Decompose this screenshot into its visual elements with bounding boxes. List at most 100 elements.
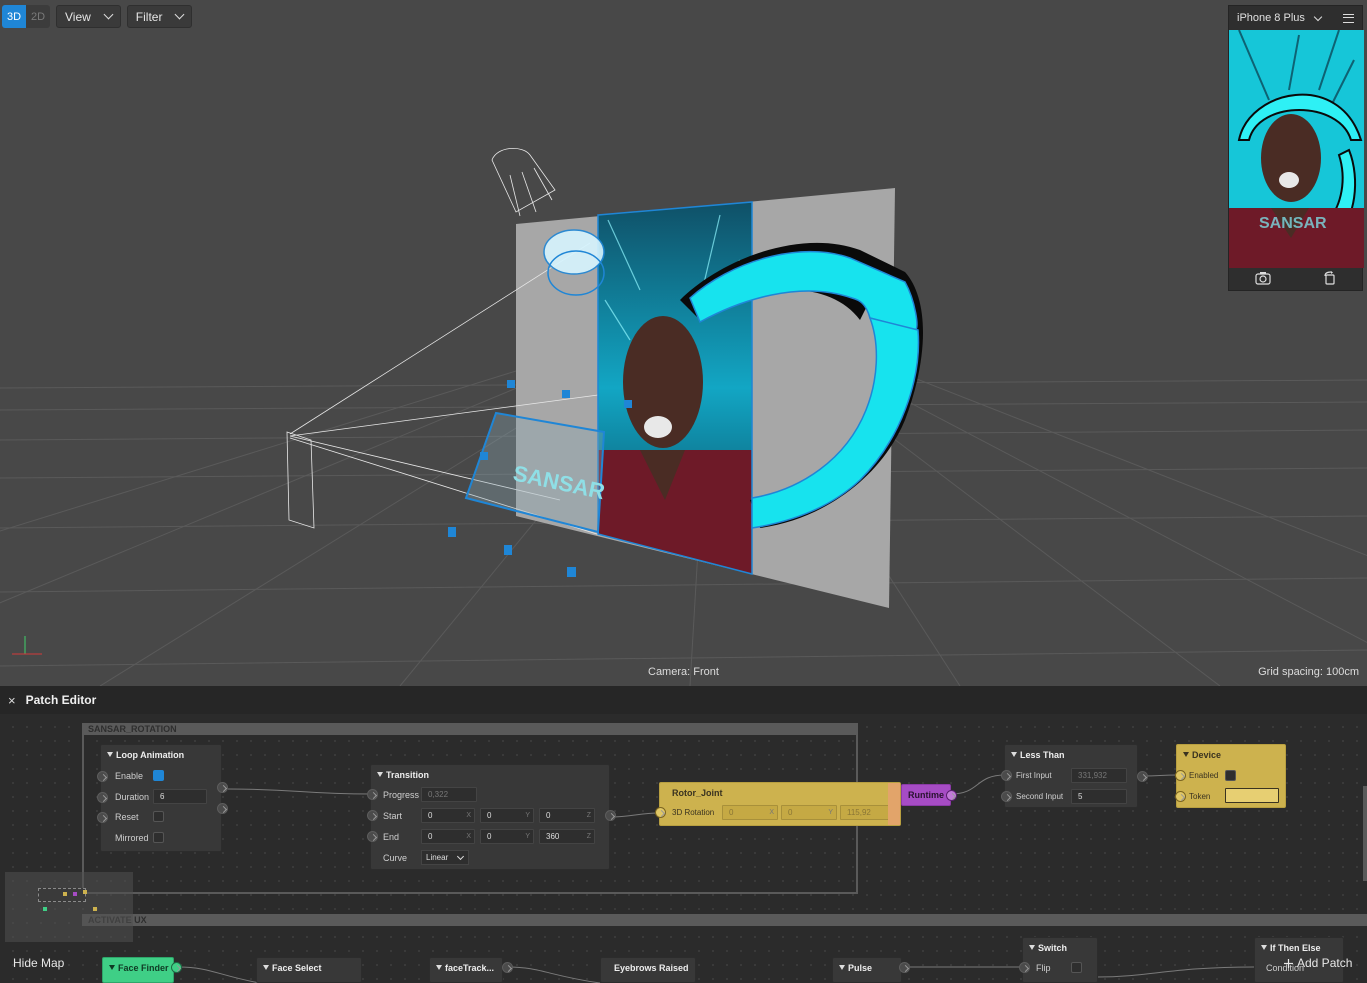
label-curve: Curve (383, 853, 408, 863)
output-port[interactable] (217, 803, 228, 814)
vertical-scrollbar[interactable] (1363, 786, 1367, 881)
input-port[interactable] (97, 771, 108, 782)
group-label-rotation: SANSAR_ROTATION (82, 723, 858, 735)
collapse-icon[interactable] (436, 965, 442, 970)
curve-select[interactable]: Linear (421, 850, 469, 865)
view-dropdown[interactable]: View (56, 5, 121, 28)
input-port[interactable] (1175, 770, 1186, 781)
node-header: Pulse (833, 958, 901, 977)
face-finder-output-port[interactable] (171, 962, 182, 973)
label-progress: Progress (383, 790, 420, 800)
node-eyebrows-raised[interactable]: Eyebrows Raised (600, 957, 696, 983)
output-port[interactable] (605, 810, 616, 821)
input-port[interactable] (1019, 962, 1030, 973)
mirrored-checkbox[interactable] (153, 832, 164, 843)
device-dropdown[interactable]: iPhone 8 Plus (1237, 12, 1323, 24)
chevron-down-icon (103, 9, 114, 20)
collapse-icon[interactable] (1011, 752, 1017, 757)
rotate-device-icon[interactable] (1322, 271, 1338, 285)
start-x-input[interactable]: 0X (421, 808, 475, 823)
enabled-checkbox[interactable] (1225, 770, 1236, 781)
camera-capture-icon[interactable] (1255, 271, 1271, 285)
simulator-logo-text: SANSAR (1259, 215, 1327, 232)
node-pulse[interactable]: Pulse (832, 957, 902, 983)
collapse-icon[interactable] (1261, 945, 1267, 950)
minimap-node (43, 907, 47, 911)
end-x-input[interactable]: 0X (421, 829, 475, 844)
flip-toggle[interactable] (1071, 962, 1082, 973)
collapse-icon[interactable] (263, 965, 269, 970)
hide-map-button[interactable]: Hide Map (13, 956, 64, 970)
collapse-icon[interactable] (377, 772, 383, 777)
node-title: Face Finder (118, 962, 169, 973)
node-header: Loop Animation (101, 745, 221, 764)
node-face-finder[interactable]: Face Finder (102, 957, 174, 983)
close-icon[interactable]: × (8, 693, 16, 708)
face-track-output-port[interactable] (502, 962, 513, 973)
node-loop-animation[interactable]: Loop Animation Enable Duration 6 Reset M… (97, 744, 228, 852)
plus-icon (1284, 958, 1293, 968)
camera-label: Camera: Front (648, 666, 719, 678)
node-header: Face Finder (103, 958, 173, 977)
node-device[interactable]: Device Enabled Token (1175, 744, 1286, 808)
second-input-value[interactable]: 5 (1071, 789, 1127, 804)
output-port[interactable] (946, 790, 957, 801)
input-port[interactable] (97, 812, 108, 823)
output-port[interactable] (1137, 771, 1148, 782)
node-switch[interactable]: Switch Flip (1019, 937, 1098, 983)
rotation-x-input[interactable]: 0X (722, 805, 778, 820)
mode-3d-button[interactable]: 3D (2, 5, 26, 28)
device-simulator: iPhone 8 Plus SANSAR (1228, 5, 1364, 291)
node-header: Switch (1023, 938, 1097, 957)
collapse-icon[interactable] (1029, 945, 1035, 950)
minimap-node (73, 892, 77, 896)
collapse-icon[interactable] (839, 965, 845, 970)
node-title: Face Select (272, 962, 322, 973)
label-enable: Enable (115, 771, 144, 781)
reset-pulse-button[interactable] (153, 811, 164, 822)
input-port[interactable] (367, 789, 378, 800)
patch-minimap[interactable] (5, 872, 133, 942)
end-z-input[interactable]: 360 Z (539, 829, 595, 844)
pulse-output-port[interactable] (899, 962, 910, 973)
token-input[interactable] (1225, 788, 1279, 803)
input-port[interactable] (655, 807, 666, 818)
input-port[interactable] (97, 792, 108, 803)
duration-input[interactable]: 6 (153, 789, 207, 804)
rotation-y-input[interactable]: 0Y (781, 805, 837, 820)
node-transition[interactable]: Transition Progress 0,322 Start 0X 0Y 0Z… (367, 764, 616, 870)
enable-checkbox[interactable] (153, 770, 164, 781)
patch-editor[interactable]: × Patch Editor SANSAR_ROTATION ACTIVATE … (0, 686, 1367, 983)
chevron-down-icon (175, 9, 185, 20)
scene-viewport[interactable]: SANSAR 3D 2D View Filter Camera: Front G… (0, 0, 1367, 686)
add-patch-button[interactable]: Add Patch (1284, 956, 1352, 970)
node-face-track[interactable]: faceTrack... (429, 957, 503, 983)
node-title: Less Than (1020, 749, 1065, 760)
minimap-viewport[interactable] (38, 888, 86, 902)
node-rotor-joint[interactable]: Rotor_Joint 3D Rotation 0X 0Y 115,92Z (655, 782, 901, 826)
node-title: Eyebrows Raised (614, 962, 689, 973)
mode-2d-button[interactable]: 2D (26, 5, 50, 28)
menu-icon[interactable] (1343, 13, 1354, 23)
node-face-select[interactable]: Face Select (256, 957, 362, 983)
input-port[interactable] (367, 810, 378, 821)
node-runtime[interactable]: Runtime (901, 784, 957, 806)
output-port[interactable] (217, 782, 228, 793)
start-y-input[interactable]: 0Y (480, 808, 534, 823)
start-z-input[interactable]: 0Z (539, 808, 595, 823)
filter-dropdown[interactable]: Filter (126, 5, 193, 28)
collapse-icon[interactable] (107, 752, 113, 757)
input-port[interactable] (1175, 791, 1186, 802)
scene-canvas[interactable]: SANSAR (0, 0, 1367, 686)
input-port[interactable] (367, 831, 378, 842)
chevron-down-icon (456, 852, 465, 861)
input-port[interactable] (1001, 770, 1012, 781)
end-y-input[interactable]: 0Y (480, 829, 534, 844)
node-header: Device (1177, 745, 1285, 764)
node-header: Face Select (257, 958, 361, 977)
input-port[interactable] (1001, 791, 1012, 802)
simulator-header: iPhone 8 Plus (1229, 6, 1362, 30)
node-less-than[interactable]: Less Than First Input 331,932 Second Inp… (1001, 744, 1148, 808)
collapse-icon[interactable] (109, 965, 115, 970)
collapse-icon[interactable] (1183, 752, 1189, 757)
